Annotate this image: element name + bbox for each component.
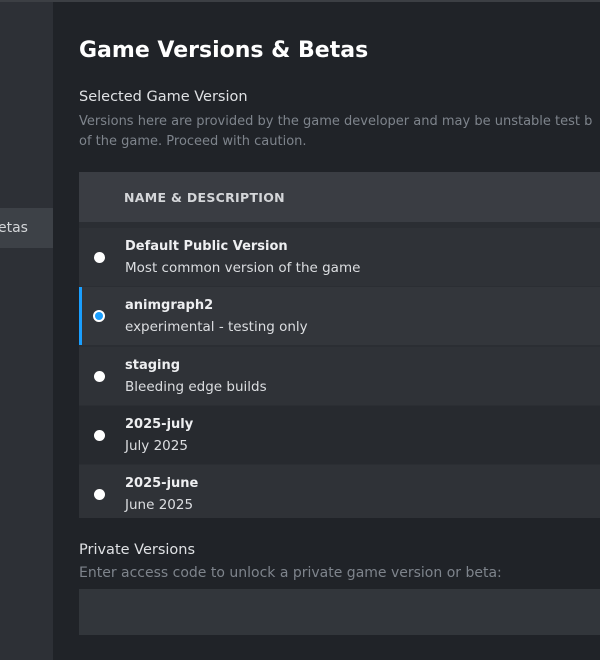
page-title: Game Versions & Betas: [79, 38, 369, 63]
version-name: animgraph2: [125, 298, 214, 313]
versions-table: NAME & DESCRIPTION Default Public Versio…: [79, 172, 600, 518]
version-row-2025-june[interactable]: 2025-june June 2025: [79, 465, 600, 518]
version-description: Most common version of the game: [125, 260, 361, 276]
radio-button[interactable]: [94, 430, 105, 441]
access-code-input[interactable]: [79, 589, 600, 635]
sidebar-item-betas[interactable]: etas: [0, 208, 53, 248]
table-header: NAME & DESCRIPTION: [79, 172, 600, 222]
sidebar: etas: [0, 0, 53, 660]
column-header-name-description: NAME & DESCRIPTION: [124, 190, 285, 205]
private-versions-title: Private Versions: [79, 542, 196, 558]
version-description: July 2025: [125, 438, 188, 454]
radio-button-checked[interactable]: [93, 310, 105, 322]
selected-version-title: Selected Game Version: [79, 89, 248, 105]
selected-row-indicator: [79, 287, 82, 345]
selected-version-description-line2: of the game. Proceed with caution.: [79, 134, 307, 149]
radio-button[interactable]: [94, 489, 105, 500]
version-name: Default Public Version: [125, 239, 288, 254]
version-row-staging[interactable]: staging Bleeding edge builds: [79, 347, 600, 405]
version-row-animgraph2[interactable]: animgraph2 experimental - testing only: [79, 287, 600, 345]
radio-button[interactable]: [94, 252, 105, 263]
main-panel: Game Versions & Betas Selected Game Vers…: [53, 0, 600, 660]
selected-version-description-line1: Versions here are provided by the game d…: [79, 114, 593, 129]
version-name: 2025-july: [125, 417, 194, 432]
version-name: staging: [125, 358, 181, 373]
version-description: experimental - testing only: [125, 319, 308, 335]
version-row-default-public[interactable]: Default Public Version Most common versi…: [79, 228, 600, 286]
private-versions-description: Enter access code to unlock a private ga…: [79, 565, 502, 581]
sidebar-item-label: etas: [0, 220, 28, 236]
version-row-2025-july[interactable]: 2025-july July 2025: [79, 406, 600, 464]
version-description: Bleeding edge builds: [125, 379, 267, 395]
radio-button[interactable]: [94, 371, 105, 382]
version-description: June 2025: [125, 497, 194, 513]
version-name: 2025-june: [125, 476, 199, 491]
